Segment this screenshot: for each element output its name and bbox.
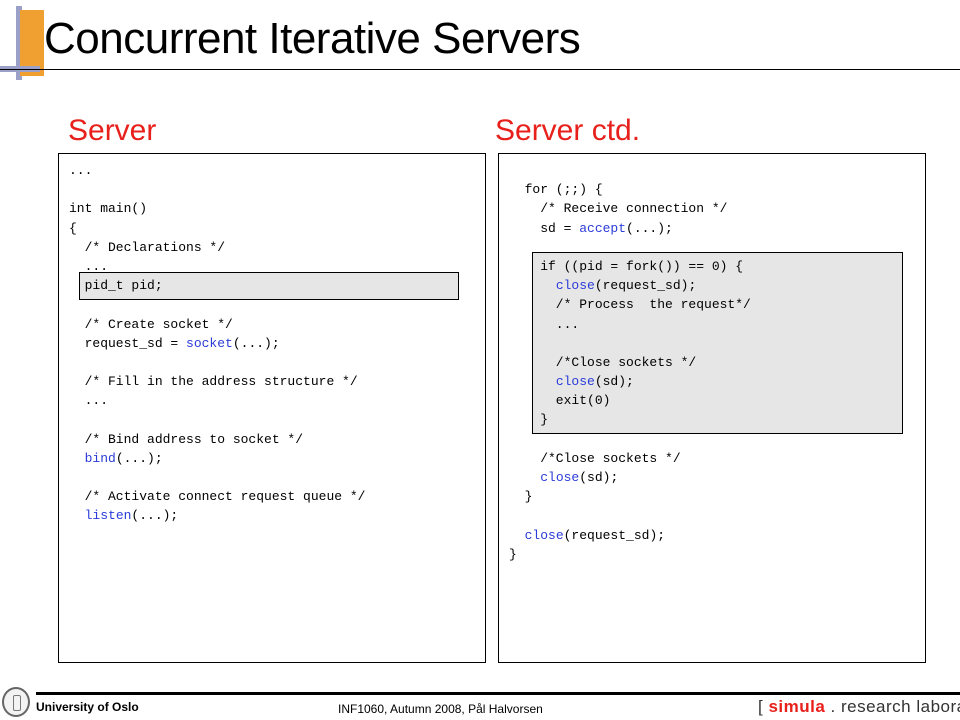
right-column-heading: Server ctd. (495, 114, 641, 147)
left-code-panel: ... int main() { /* Declarations */ ... p… (58, 153, 486, 663)
right-code-line: /*Close sockets */ (509, 354, 697, 370)
function-name: listen (84, 508, 132, 524)
right-code-line (509, 506, 751, 525)
left-code-line: int main() (69, 201, 148, 217)
left-code-line: bind(...); (84, 450, 163, 466)
right-code-line: close(request_sd); (524, 527, 666, 543)
right-code-line: close(sd); (540, 470, 619, 485)
footer-rule (36, 692, 960, 695)
lab-brand: simula (768, 697, 826, 716)
function-name: close (555, 374, 595, 390)
left-code-line: { (69, 220, 77, 236)
left-code-line: request_sd = socket(...); (69, 335, 280, 351)
function-name: close (555, 278, 595, 294)
right-code-line: } (509, 489, 533, 505)
right-code-line: ... (509, 316, 580, 332)
function-name: socket (186, 335, 233, 351)
right-code-panel: for (;;) { /* Receive connection */ sd =… (498, 153, 926, 663)
right-code-line (509, 161, 751, 180)
lab-rest: . research laboratory ] (830, 697, 960, 716)
right-code-block: for (;;) { /* Receive connection */ sd =… (509, 161, 751, 564)
left-code-line: /* Declarations */ (69, 239, 226, 255)
right-code-line (509, 430, 751, 449)
right-code-line (509, 238, 751, 257)
right-code-line: close(sd); (555, 374, 634, 390)
left-code-line: /* Create socket */ (69, 316, 233, 332)
right-code-line: exit(0) (509, 393, 611, 409)
left-code-line: listen(...); (84, 508, 179, 524)
footer-lab-logo: [ simula . research laboratory ] (758, 697, 960, 717)
left-code-line: ... (69, 258, 109, 274)
right-code-line: } (509, 546, 517, 562)
lab-open: [ (758, 697, 769, 716)
right-code-line: /*Close sockets */ (509, 450, 681, 466)
left-column-heading: Server (68, 114, 157, 147)
function-name: close (524, 527, 564, 543)
slide-title: Concurrent Iterative Servers (44, 14, 581, 63)
left-code-line (69, 295, 365, 314)
footer-course: INF1060, Autumn 2008, Pål Halvorsen (338, 702, 543, 716)
right-code-line: } (509, 412, 549, 428)
right-code-line: /* Receive connection */ (509, 201, 728, 217)
right-code-line: if ((pid = fork()) == 0) { (509, 258, 744, 274)
function-name: close (540, 470, 580, 485)
left-code-line: ... (69, 163, 93, 178)
right-code-line: sd = accept(...); (509, 220, 673, 236)
right-code-line: for (;;) { (509, 182, 603, 198)
right-code-line: /* Process the request*/ (509, 297, 751, 313)
function-name: accept (579, 220, 627, 236)
left-code-line: /* Activate connect request queue */ (69, 489, 366, 505)
right-code-line: close(request_sd); (555, 278, 697, 294)
university-seal-icon (2, 687, 30, 717)
footer-university: University of Oslo (36, 700, 139, 714)
left-code-line (69, 180, 365, 199)
left-code-line: /* Fill in the address structure */ (69, 374, 358, 390)
left-code-line (69, 353, 365, 372)
right-code-line (509, 334, 751, 353)
left-code-line: pid_t pid; (69, 278, 163, 294)
left-code-line: ... (69, 393, 109, 409)
left-code-line (69, 468, 365, 487)
left-code-block: ... int main() { /* Declarations */ ... p… (69, 161, 365, 526)
left-code-line (69, 410, 365, 429)
title-underline (0, 69, 960, 70)
function-name: bind (84, 450, 116, 466)
left-code-line: /* Bind address to socket */ (69, 431, 304, 447)
